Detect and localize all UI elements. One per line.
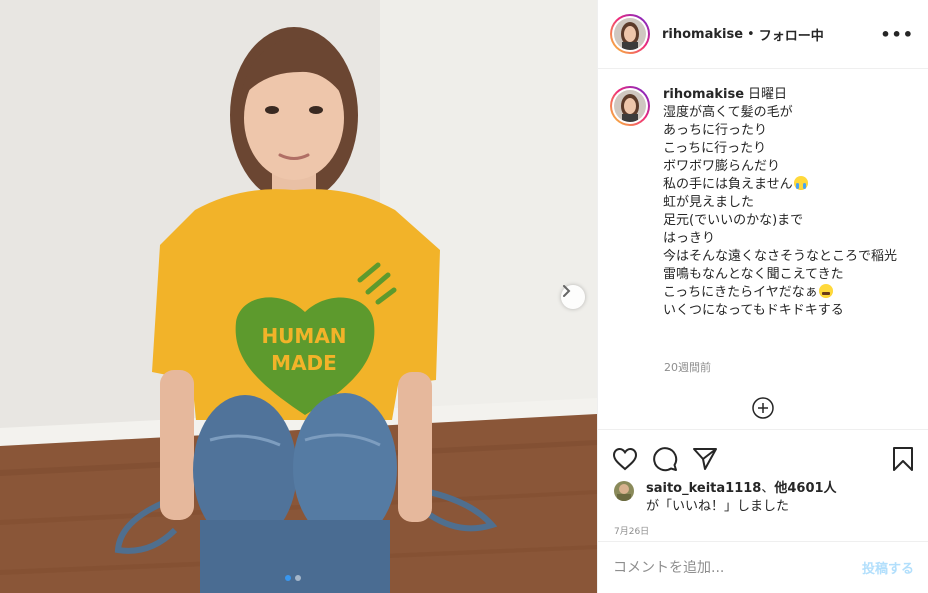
chevron-right-icon: [563, 285, 571, 297]
heart-icon: [612, 447, 638, 471]
save-button[interactable]: [890, 446, 916, 472]
shirt-text-human: HUMAN: [261, 324, 346, 348]
post-actions: saito_keita1118、他4601人 が「いいね！」しました 7月26日: [598, 429, 928, 541]
crying-face-emoji-icon: [793, 176, 808, 190]
next-slide-button[interactable]: [561, 285, 585, 309]
liker-avatar[interactable]: [614, 481, 634, 501]
caption-line-with-emoji: こっちにきたらイヤだなぁ: [663, 284, 913, 302]
caption-line: 日曜日: [748, 87, 788, 102]
share-icon: [693, 448, 717, 470]
like-button[interactable]: [612, 446, 638, 472]
post-photo[interactable]: HUMAN MADE: [0, 0, 597, 593]
separator-dot: •: [747, 26, 755, 42]
more-icon[interactable]: •••: [880, 25, 914, 44]
avatar-image: [614, 90, 646, 122]
post-comment-button[interactable]: 投稿する: [862, 558, 914, 577]
likes-summary: saito_keita1118、他4601人 が「いいね！」しました: [598, 476, 928, 516]
post-date[interactable]: 7月26日: [598, 516, 928, 537]
caption-line: 湿度が高くて髪の毛が: [663, 105, 793, 120]
carousel-dot-active: [285, 575, 291, 581]
comment-icon: [653, 447, 678, 472]
likes-suffix: が「いいね！」しました: [646, 499, 790, 514]
likes-separator: 、: [761, 481, 775, 496]
caption-line: はっきり: [663, 231, 716, 246]
caption-line: 足元(でいいのかな)まで: [663, 213, 804, 228]
follow-status-button[interactable]: フォロー中: [759, 25, 824, 44]
post-side-panel: rihomakise • フォロー中 ••• rihomakise 日曜日 湿度が…: [597, 0, 928, 593]
action-icon-row: [598, 430, 928, 476]
caption-line: 私の手には負えません: [663, 177, 793, 192]
comment-input[interactable]: [613, 559, 862, 576]
caption-line-with-emoji: 私の手には負えません: [663, 176, 913, 194]
caption-line: こっちにきたらイヤだなぁ: [663, 285, 818, 300]
comment-form: 投稿する: [598, 541, 928, 593]
caption-avatar[interactable]: [610, 86, 650, 126]
caption-text: rihomakise 日曜日 湿度が高くて髪の毛が あっちに行ったり こっちに行っ…: [663, 86, 913, 320]
plus-circle-icon: [752, 397, 774, 419]
likes-count-link[interactable]: 他4601人: [774, 481, 836, 496]
username-link[interactable]: rihomakise: [662, 27, 743, 42]
carousel-dot: [295, 575, 301, 581]
avatar-image: [614, 18, 646, 50]
caption-line: 虹が見えました: [663, 195, 755, 210]
photo-illustration: HUMAN MADE: [0, 0, 597, 593]
liker-username-link[interactable]: saito_keita1118: [646, 481, 761, 496]
shirt-text-made: MADE: [271, 351, 337, 375]
likes-text: saito_keita1118、他4601人 が「いいね！」しました: [646, 480, 837, 516]
caption-username-link[interactable]: rihomakise: [663, 87, 744, 102]
bookmark-icon: [893, 447, 913, 471]
post-header: rihomakise • フォロー中 •••: [598, 0, 928, 69]
caption-line: ボワボワ膨らんだり: [663, 159, 781, 174]
load-more-comments-button[interactable]: [752, 397, 774, 419]
avatar-image: [614, 481, 634, 501]
caption-timestamp[interactable]: 20週間前: [664, 359, 711, 375]
confounded-face-emoji-icon: [818, 284, 833, 298]
caption-line: 雷鳴もなんとなく聞こえてきた: [663, 267, 844, 282]
comment-button[interactable]: [652, 446, 678, 472]
carousel-indicator: [285, 575, 301, 581]
caption-line: いくつになってもドキドキする: [663, 303, 844, 318]
caption-line: 今はそんな遠くなさそうなところで稲光: [663, 249, 898, 264]
caption-line: あっちに行ったり: [663, 123, 768, 138]
share-button[interactable]: [692, 446, 718, 472]
caption-line: こっちに行ったり: [663, 141, 767, 156]
avatar[interactable]: [610, 14, 650, 54]
caption-block: rihomakise 日曜日 湿度が高くて髪の毛が あっちに行ったり こっちに行っ…: [610, 86, 916, 320]
